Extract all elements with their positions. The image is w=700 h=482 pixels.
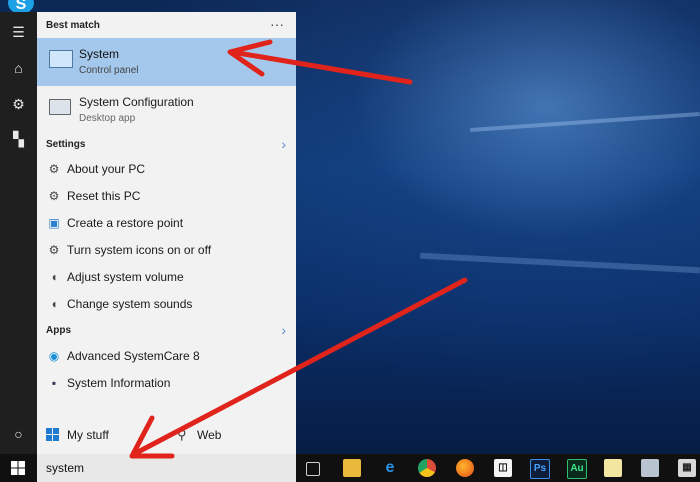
chevron-right-icon[interactable]: ›: [281, 136, 286, 152]
restore-point-icon: ▣: [48, 216, 60, 230]
settings-icon[interactable]: ⚙: [0, 92, 37, 116]
gear-icon: ⚙: [48, 243, 60, 257]
best-match-title: System: [79, 47, 120, 61]
calculator-icon[interactable]: ▦: [678, 459, 696, 477]
settings-header: Settings: [46, 139, 86, 150]
app-item[interactable]: ◉ Advanced SystemCare 8: [37, 346, 296, 368]
system-configuration-subtitle: Desktop app: [79, 113, 136, 124]
search-input-value: system: [46, 461, 85, 475]
folder-icon[interactable]: [604, 459, 622, 477]
store-icon[interactable]: ◫: [494, 459, 512, 477]
start-button-icon[interactable]: [11, 461, 25, 475]
web-label: Web: [197, 428, 222, 442]
windows-logo-icon: [46, 428, 59, 441]
app-item-label: System Information: [67, 376, 171, 390]
my-stuff-label: My stuff: [67, 428, 109, 442]
speaker-icon: ◖: [50, 270, 58, 284]
file-explorer-icon[interactable]: [343, 459, 361, 477]
user-icon[interactable]: ▚: [0, 127, 37, 151]
app-item[interactable]: ▪ System Information: [37, 373, 296, 395]
settings-item-label: Change system sounds: [67, 297, 193, 311]
chrome-icon[interactable]: [418, 459, 436, 477]
task-view-icon[interactable]: [306, 462, 320, 476]
system-icon: [49, 50, 73, 68]
home-icon[interactable]: ⌂: [0, 56, 37, 80]
app-item-label: Advanced SystemCare 8: [67, 349, 200, 363]
settings-item-label: Adjust system volume: [67, 270, 184, 284]
advanced-systemcare-icon: ◉: [48, 349, 60, 363]
chevron-right-icon[interactable]: ›: [281, 322, 286, 338]
photoshop-icon[interactable]: Ps: [530, 459, 550, 479]
speaker-icon: ◖: [50, 297, 58, 311]
system-configuration-item[interactable]: System Configuration Desktop app: [37, 92, 296, 132]
best-match-subtitle: Control panel: [79, 65, 139, 76]
settings-item[interactable]: ◖ Change system sounds: [37, 294, 296, 316]
gear-icon: ⚙: [48, 162, 60, 176]
settings-item-label: Turn system icons on or off: [67, 243, 212, 257]
audition-icon[interactable]: Au: [567, 459, 587, 479]
system-configuration-icon: [49, 99, 71, 115]
settings-item-label: Reset this PC: [67, 189, 141, 203]
light-beam: [470, 111, 700, 133]
system-configuration-title: System Configuration: [79, 95, 194, 109]
apps-header: Apps: [46, 325, 71, 336]
settings-item[interactable]: ▣ Create a restore point: [37, 213, 296, 235]
power-icon[interactable]: ○: [0, 422, 37, 446]
best-match-system[interactable]: System Control panel: [37, 38, 296, 86]
best-match-header: Best match: [46, 20, 100, 31]
gear-icon: ⚙: [48, 189, 60, 203]
start-menu: Best match ··· System Control panel Syst…: [37, 12, 296, 454]
firefox-icon[interactable]: [456, 459, 474, 477]
edge-icon[interactable]: e: [381, 459, 399, 477]
start-sidebar: ☰ ⌂ ⚙ ▚ ○: [0, 12, 37, 454]
taskbar: system e ◫ Ps Au ▦: [0, 454, 700, 482]
search-input[interactable]: system: [37, 454, 296, 482]
search-icon: ⚲: [177, 427, 187, 442]
app-icon[interactable]: [641, 459, 659, 477]
hamburger-icon[interactable]: ☰: [0, 20, 37, 44]
light-beam: [420, 252, 700, 274]
more-options-icon[interactable]: ···: [270, 16, 284, 32]
system-information-icon: ▪: [51, 376, 57, 390]
settings-item[interactable]: ⚙ About your PC: [37, 159, 296, 181]
settings-item[interactable]: ⚙ Turn system icons on or off: [37, 240, 296, 262]
settings-item-label: Create a restore point: [67, 216, 184, 230]
settings-item-label: About your PC: [67, 162, 146, 176]
settings-item[interactable]: ◖ Adjust system volume: [37, 267, 296, 289]
settings-item[interactable]: ⚙ Reset this PC: [37, 186, 296, 208]
my-stuff-button[interactable]: My stuff: [37, 425, 296, 447]
